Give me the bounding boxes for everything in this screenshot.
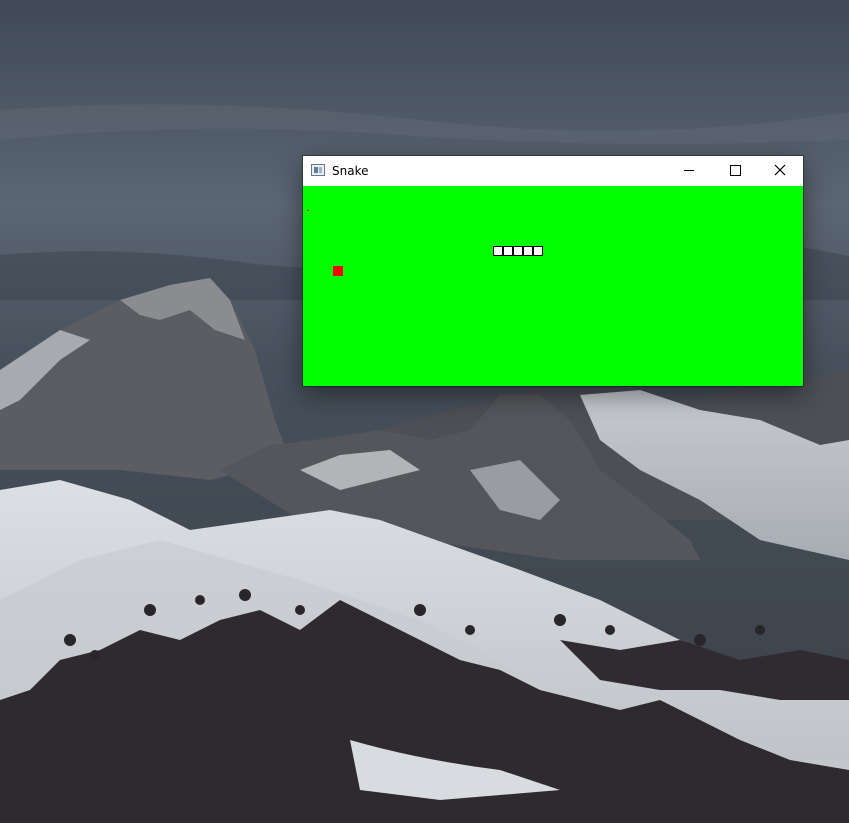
maximize-button[interactable] <box>712 156 758 186</box>
minimize-icon <box>684 170 694 171</box>
desktop: Snake <box>0 0 849 823</box>
snake <box>493 246 543 256</box>
snake-segment <box>513 246 523 256</box>
snake-segment <box>533 246 543 256</box>
food-pellet <box>333 266 343 276</box>
stray-pixel <box>307 210 309 211</box>
app-window-icon <box>311 164 325 176</box>
window-title: Snake <box>332 164 369 178</box>
title-bar[interactable]: Snake <box>303 156 803 186</box>
close-icon <box>774 164 786 176</box>
snake-segment <box>503 246 513 256</box>
game-canvas[interactable] <box>303 186 803 386</box>
snake-window: Snake <box>303 156 803 386</box>
mountain-wallpaper <box>0 0 849 823</box>
minimize-button[interactable] <box>666 156 712 186</box>
snake-segment <box>523 246 533 256</box>
snake-segment <box>493 246 503 256</box>
maximize-icon <box>730 165 741 176</box>
close-button[interactable] <box>757 156 803 186</box>
